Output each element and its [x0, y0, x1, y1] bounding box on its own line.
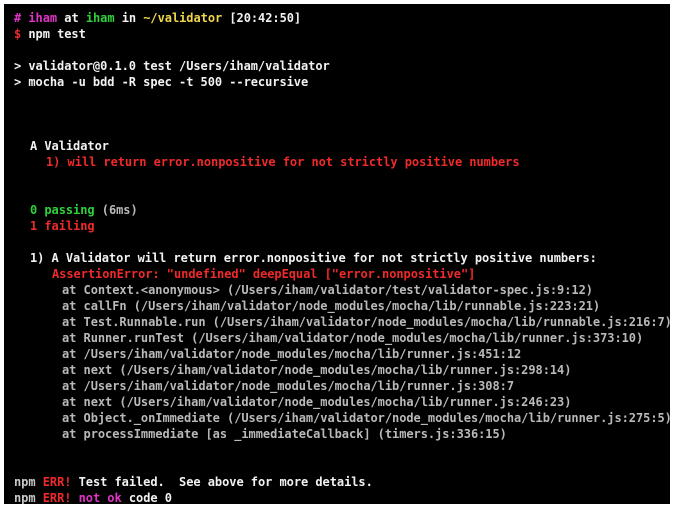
npm-err-tag: ERR! [42, 491, 72, 504]
summary-passing: 0 passing (6ms) [30, 202, 138, 218]
prompt-time: [20:42:50] [229, 11, 302, 25]
prompt-user: iham [28, 11, 58, 25]
stack-trace-line: at Test.Runnable.run (/Users/iham/valida… [62, 315, 670, 329]
prompt-dollar: $ [14, 27, 22, 41]
stack-trace-line: at /Users/iham/validator/node_modules/mo… [62, 379, 515, 393]
passing-count: 0 passing [30, 203, 95, 217]
npm-exit-code: code 0 [128, 491, 172, 504]
failure-heading: 1) A Validator will return error.nonposi… [30, 251, 597, 265]
stack-trace-line: at callFn (/Users/iham/validator/node_mo… [62, 299, 601, 313]
stack-trace-line: at /Users/iham/validator/node_modules/mo… [62, 347, 522, 361]
assertion-error: AssertionError: "undefined" deepEqual ["… [52, 267, 476, 281]
prompt-host: iham [85, 11, 115, 25]
npm-error-message: Test failed. See above for more details. [78, 475, 373, 489]
suite-title: A Validator [30, 139, 109, 153]
summary-failing: 1 failing [30, 219, 95, 233]
prompt-at: at [64, 11, 79, 25]
command-text: npm test [28, 27, 86, 41]
terminal-window[interactable]: # iham at iham in ~/validator [20:42:50]… [4, 4, 670, 504]
script-header-line: > validator@0.1.0 test /Users/iham/valid… [14, 59, 330, 73]
prompt-cwd: ~/validator [143, 11, 223, 25]
stack-trace-line: at processImmediate [as _immediateCallba… [62, 427, 507, 441]
npm-err-tag: ERR! [42, 475, 72, 489]
passing-duration: (6ms) [101, 203, 138, 217]
command-line[interactable]: $ npm test [14, 26, 86, 42]
stack-trace-line: at Context.<anonymous> (/Users/iham/vali… [62, 283, 593, 297]
npm-error-line: npm ERR! Test failed. See above for more… [14, 474, 373, 490]
npm-prefix: npm [14, 475, 36, 489]
npm-prefix: npm [14, 491, 36, 504]
npm-not-ok: not ok [78, 491, 122, 504]
prompt-in: in [121, 11, 137, 25]
suite-failure-line: 1) will return error.nonpositive for not… [46, 155, 520, 169]
script-header-line: > mocha -u bdd -R spec -t 500 --recursiv… [14, 75, 309, 89]
npm-error-line: npm ERR! not ok code 0 [14, 490, 172, 504]
stack-trace-line: at Runner.runTest (/Users/iham/validator… [62, 331, 644, 345]
shell-prompt: # iham at iham in ~/validator [20:42:50] [14, 10, 301, 26]
stack-trace-line: at Object._onImmediate (/Users/iham/vali… [62, 411, 670, 425]
prompt-hash: # [14, 11, 22, 25]
stack-trace-line: at next (/Users/iham/validator/node_modu… [62, 363, 572, 377]
stack-trace-line: at next (/Users/iham/validator/node_modu… [62, 395, 572, 409]
